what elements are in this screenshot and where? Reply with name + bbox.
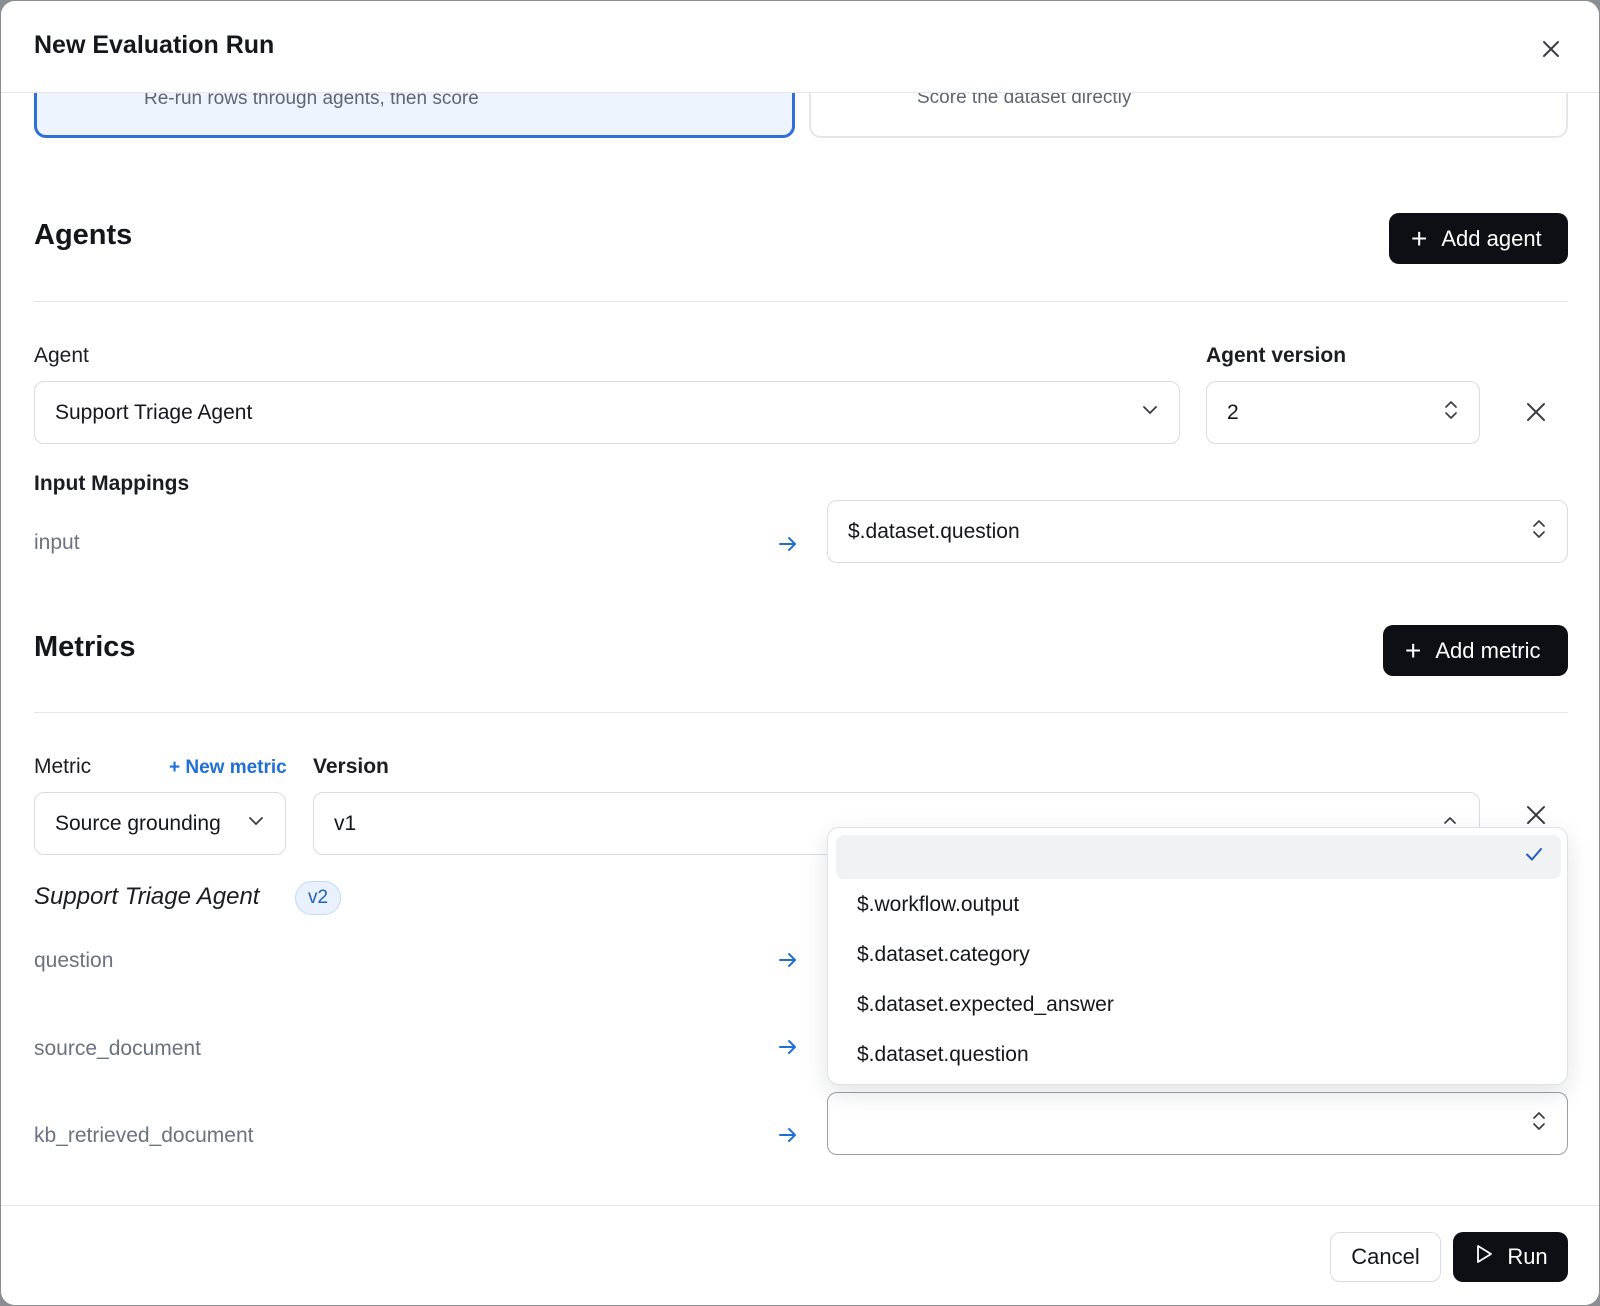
add-metric-button[interactable]: + Add metric (1383, 625, 1568, 676)
dropdown-option-label: $.dataset.question (857, 1043, 1029, 1066)
chevron-up-down-icon (1531, 1110, 1547, 1138)
add-metric-label: Add metric (1435, 637, 1541, 663)
agent-label: Agent (34, 344, 89, 367)
agent-select[interactable]: Support Triage Agent (34, 381, 1180, 444)
kb-retrieved-document-mapping-select[interactable] (827, 1092, 1568, 1155)
mapping-key-input: input (34, 531, 80, 554)
input-mapping-select[interactable]: $.dataset.question (827, 500, 1568, 563)
chevron-down-icon (1141, 401, 1159, 425)
run-label: Run (1507, 1244, 1548, 1269)
check-icon (1523, 843, 1545, 871)
dropdown-option[interactable]: $.dataset.expected_answer (836, 983, 1561, 1027)
agents-section-title: Agents (34, 219, 133, 251)
mapping-key-kb-retrieved-document: kb_retrieved_document (34, 1124, 254, 1147)
agent-version-badge: v2 (295, 881, 342, 915)
cancel-button[interactable]: Cancel (1330, 1232, 1441, 1282)
mapping-key-source-document: source_document (34, 1037, 201, 1060)
add-agent-label: Add agent (1441, 225, 1542, 251)
plus-icon: + (1411, 222, 1428, 254)
dropdown-option[interactable]: $.dataset.category (836, 933, 1561, 977)
evaluation-run-dialog: Re-run rows through agents, then score S… (1, 1, 1599, 1305)
dialog-title: New Evaluation Run (34, 31, 275, 59)
arrow-right-icon (776, 948, 800, 972)
metric-agent-name: Support Triage Agent (34, 883, 260, 910)
metric-version-value: v1 (334, 811, 357, 835)
agent-version-label: Agent version (1206, 344, 1347, 367)
dropdown-option[interactable]: $.workflow.output (836, 883, 1561, 927)
metrics-section-title: Metrics (34, 631, 136, 663)
metric-label: Metric (34, 755, 92, 778)
chevron-up-down-icon (1531, 518, 1547, 546)
dropdown-option-label: $.dataset.category (857, 943, 1030, 966)
add-agent-button[interactable]: + Add agent (1389, 213, 1568, 264)
play-icon (1473, 1243, 1507, 1271)
metric-select-value: Source grounding (55, 811, 221, 835)
agent-version-value: 2 (1227, 400, 1239, 424)
mapping-key-question: question (34, 949, 114, 972)
run-button[interactable]: Run (1453, 1232, 1568, 1282)
agent-select-value: Support Triage Agent (55, 400, 253, 424)
metric-select[interactable]: Source grounding (34, 792, 286, 855)
dropdown-option-label: $.workflow.output (857, 893, 1020, 916)
dropdown-option-empty[interactable] (836, 835, 1561, 879)
plus-icon: + (1405, 634, 1422, 666)
new-metric-link[interactable]: + New metric (169, 757, 287, 779)
arrow-right-icon (776, 1035, 800, 1059)
mapping-dropdown-menu: $.workflow.output $.dataset.category $.d… (827, 827, 1568, 1085)
dialog-header: New Evaluation Run (1, 1, 1599, 93)
arrow-right-icon (776, 532, 800, 556)
remove-agent-icon[interactable] (1521, 397, 1551, 427)
dropdown-option-label: $.dataset.expected_answer (857, 993, 1114, 1016)
divider (34, 301, 1568, 302)
chevron-up-down-icon (1443, 399, 1459, 427)
cancel-label: Cancel (1351, 1244, 1420, 1269)
chevron-down-icon (247, 812, 265, 836)
divider (34, 712, 1568, 713)
input-mapping-value: $.dataset.question (848, 519, 1020, 543)
input-mappings-label: Input Mappings (34, 472, 190, 495)
remove-metric-icon[interactable] (1521, 800, 1551, 830)
close-icon[interactable] (1536, 34, 1566, 64)
agent-version-select[interactable]: 2 (1206, 381, 1480, 444)
metric-version-label: Version (313, 755, 389, 778)
arrow-right-icon (776, 1123, 800, 1147)
dropdown-option[interactable]: $.dataset.question (836, 1033, 1561, 1077)
